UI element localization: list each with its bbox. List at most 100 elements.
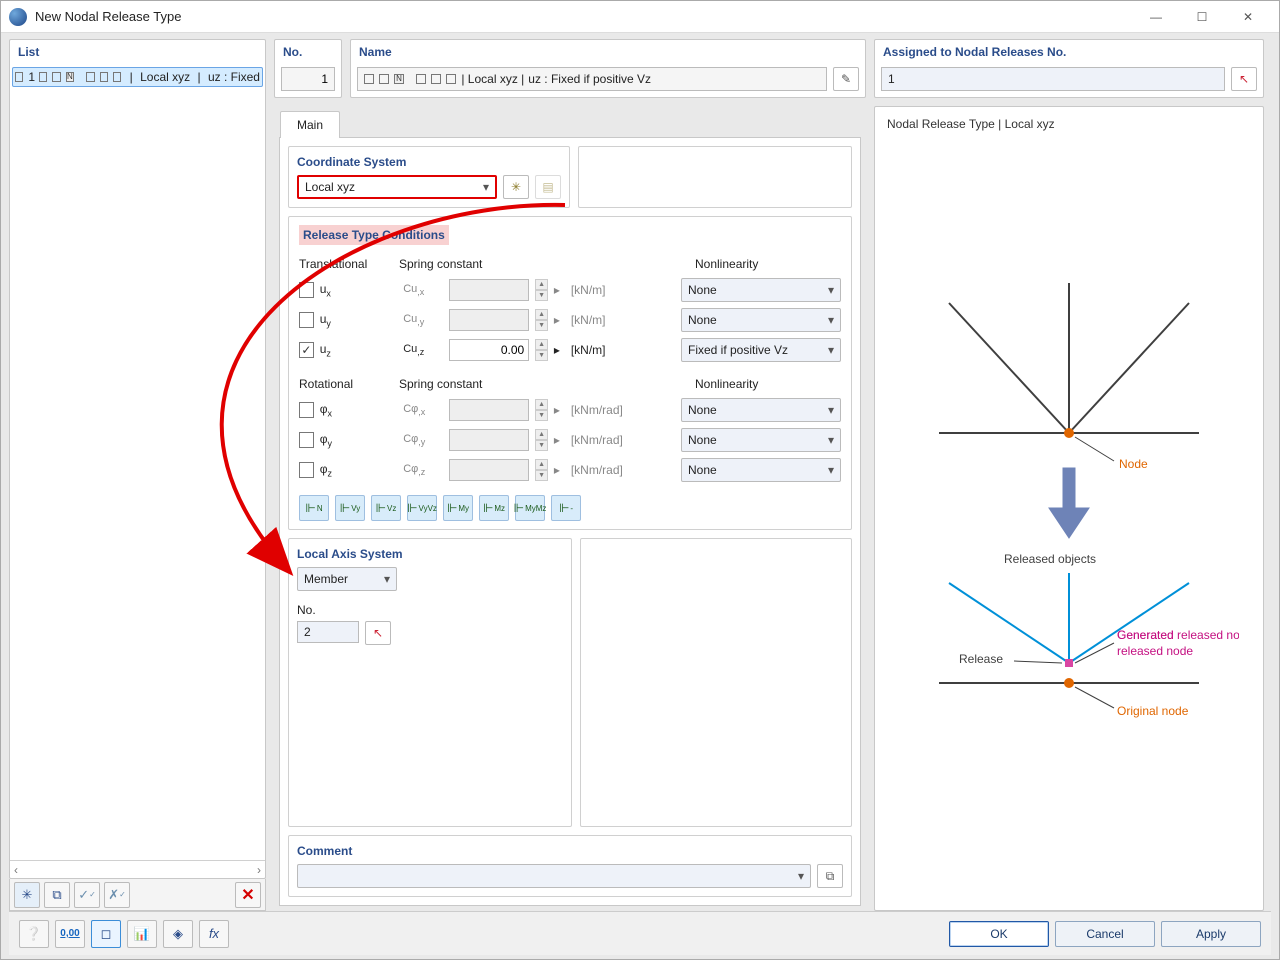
close-button[interactable]: ✕ xyxy=(1225,2,1271,32)
scroll-left-icon[interactable]: ‹ xyxy=(14,863,18,877)
condition-checkbox[interactable] xyxy=(299,402,314,418)
view-button[interactable]: ◈ xyxy=(163,920,193,948)
spring-value-field xyxy=(449,309,529,331)
expand-icon: ▸ xyxy=(554,463,565,477)
uncheck-all-button[interactable]: ✗✓ xyxy=(104,882,130,908)
chart-button[interactable]: 📊 xyxy=(127,920,157,948)
maximize-button[interactable]: ☐ xyxy=(1179,2,1225,32)
check-all-button[interactable]: ✓✓ xyxy=(74,882,100,908)
list-item[interactable]: 1 N | Local xyz | uz : Fixed xyxy=(12,67,263,87)
spring-stepper[interactable]: ▲▼ xyxy=(535,339,548,361)
new-item-button[interactable]: ✳ xyxy=(14,882,40,908)
coordinate-system-header: Coordinate System xyxy=(297,155,561,169)
release-conditions-header: Release Type Conditions xyxy=(299,225,449,245)
delete-item-button[interactable]: ✕ xyxy=(235,882,261,908)
units-button[interactable]: 0,00 xyxy=(55,920,85,948)
assigned-header: Assigned to Nodal Releases No. xyxy=(875,40,1263,63)
cancel-button[interactable]: Cancel xyxy=(1055,921,1155,947)
spring-stepper: ▲▼ xyxy=(535,459,548,481)
unit-label: [kNm/rad] xyxy=(571,433,633,447)
edit-coordinate-system-button[interactable]: ▤ xyxy=(535,175,561,199)
spring-value-field xyxy=(449,459,529,481)
list-header: List xyxy=(10,40,265,63)
info-button[interactable]: ◻ xyxy=(91,920,121,948)
expand-icon: ▸ xyxy=(554,433,565,447)
preset-condition-button[interactable]: ⊩- xyxy=(551,495,581,521)
ok-button[interactable]: OK xyxy=(949,921,1049,947)
local-axis-type-select[interactable]: Member ▾ xyxy=(297,567,397,591)
spring-value-field[interactable] xyxy=(449,339,529,361)
condition-checkbox[interactable] xyxy=(299,282,314,298)
nonlinearity-select[interactable]: Fixed if positive Vz▾ xyxy=(681,338,841,362)
scroll-right-icon[interactable]: › xyxy=(257,863,261,877)
condition-row: uz Cu,z ▲▼ ▸ [kN/m] Fixed if positive Vz▾ xyxy=(299,335,841,365)
preset-condition-button[interactable]: ⊩Vz xyxy=(371,495,401,521)
nonlinearity-select[interactable]: None▾ xyxy=(681,458,841,482)
titlebar: New Nodal Release Type — ☐ ✕ xyxy=(1,1,1279,33)
preset-condition-button[interactable]: ⊩Mz xyxy=(479,495,509,521)
list-item-number: 1 xyxy=(28,70,35,84)
window-title: New Nodal Release Type xyxy=(35,9,1133,24)
expand-icon: ▸ xyxy=(554,403,565,417)
spring-label: Cu,z xyxy=(403,343,443,357)
spring-label: Cφ,x xyxy=(403,403,443,417)
condition-symbol: uy xyxy=(320,312,345,328)
chevron-down-icon: ▾ xyxy=(828,403,834,417)
diagram-illustration: Node Released objects xyxy=(875,135,1263,910)
chevron-down-icon: ▾ xyxy=(828,283,834,297)
apply-button[interactable]: Apply xyxy=(1161,921,1261,947)
spring-label: Cφ,y xyxy=(403,433,443,447)
list-toolbar: ✳ ⧉ ✓✓ ✗✓ ✕ xyxy=(9,879,266,911)
expand-icon[interactable]: ▸ xyxy=(554,343,565,357)
svg-text:Original node: Original node xyxy=(1117,704,1189,718)
copy-item-button[interactable]: ⧉ xyxy=(44,882,70,908)
preset-condition-button[interactable]: ⊩MyMz xyxy=(515,495,545,521)
svg-text:Node: Node xyxy=(1119,457,1148,471)
coordinate-system-select[interactable]: Local xyz ▾ xyxy=(297,175,497,199)
fx-button[interactable]: fx xyxy=(199,920,229,948)
assigned-field[interactable]: 1 xyxy=(881,67,1225,91)
number-field[interactable] xyxy=(281,67,335,91)
diagram-title: Nodal Release Type | Local xyz xyxy=(875,107,1263,135)
nonlinearity-select[interactable]: None▾ xyxy=(681,308,841,332)
horizontal-scrollbar[interactable]: ‹ › xyxy=(10,860,265,878)
condition-checkbox[interactable] xyxy=(299,462,314,478)
tab-main[interactable]: Main xyxy=(280,111,340,138)
unit-label: [kN/m] xyxy=(571,343,633,357)
expand-icon: ▸ xyxy=(554,313,565,327)
new-coordinate-system-button[interactable]: ✳ xyxy=(503,175,529,199)
expand-icon: ▸ xyxy=(554,283,565,297)
comment-library-button[interactable]: ⧉ xyxy=(817,864,843,888)
nonlinearity-select[interactable]: None▾ xyxy=(681,428,841,452)
spring-label: Cu,y xyxy=(403,313,443,327)
spring-stepper: ▲▼ xyxy=(535,399,548,421)
condition-symbol: φy xyxy=(320,432,345,448)
spring-value-field xyxy=(449,399,529,421)
pick-release-button[interactable]: ↖ xyxy=(1231,67,1257,91)
preset-condition-button[interactable]: ⊩Vy xyxy=(335,495,365,521)
pick-member-button[interactable]: ↖ xyxy=(365,621,391,645)
condition-checkbox[interactable] xyxy=(299,312,314,328)
local-no-field[interactable]: 2 xyxy=(297,621,359,643)
condition-symbol: uz xyxy=(320,342,345,358)
svg-text:Release: Release xyxy=(959,652,1003,666)
local-axis-header: Local Axis System xyxy=(297,547,563,561)
condition-checkbox[interactable] xyxy=(299,432,314,448)
preset-condition-button[interactable]: ⊩N xyxy=(299,495,329,521)
name-label: Name xyxy=(351,40,865,63)
condition-row: uyCu,y▲▼▸[kN/m]None▾ xyxy=(299,305,841,335)
help-button[interactable]: ❔ xyxy=(19,920,49,948)
condition-checkbox[interactable] xyxy=(299,342,314,358)
nonlinearity-select[interactable]: None▾ xyxy=(681,278,841,302)
chevron-down-icon: ▾ xyxy=(828,313,834,327)
chevron-down-icon: ▾ xyxy=(828,343,834,357)
spring-label: Cu,x xyxy=(403,283,443,297)
comment-combo[interactable]: ▾ xyxy=(297,864,811,888)
edit-name-button[interactable]: ✎ xyxy=(833,67,859,91)
unit-label: [kNm/rad] xyxy=(571,463,633,477)
preset-condition-button[interactable]: ⊩VyVz xyxy=(407,495,437,521)
preset-condition-button[interactable]: ⊩My xyxy=(443,495,473,521)
nonlinearity-select[interactable]: None▾ xyxy=(681,398,841,422)
condition-row: uxCu,x▲▼▸[kN/m]None▾ xyxy=(299,275,841,305)
minimize-button[interactable]: — xyxy=(1133,2,1179,32)
